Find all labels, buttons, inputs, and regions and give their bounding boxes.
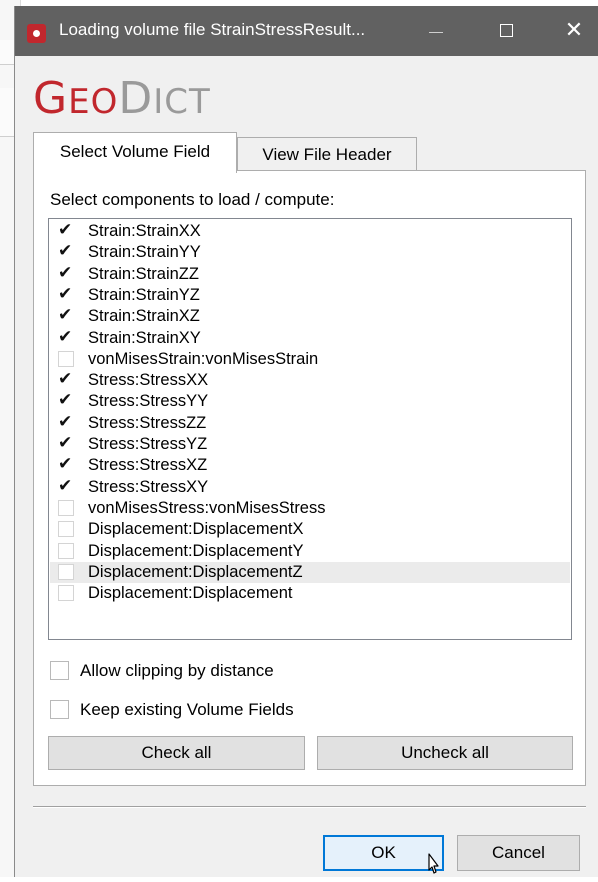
component-checkbox[interactable] [58, 476, 74, 496]
component-checkbox[interactable] [58, 390, 74, 410]
component-checkbox[interactable] [58, 542, 74, 559]
component-checkbox[interactable] [58, 433, 74, 453]
minimize-icon [429, 32, 443, 33]
keep-existing-checkbox[interactable] [50, 700, 69, 719]
component-label: Stress:StressXX [88, 371, 209, 390]
maximize-icon [500, 24, 513, 37]
component-label: vonMisesStrain:vonMisesStrain [88, 349, 319, 368]
window-title: Loading volume file StrainStressResult..… [59, 20, 366, 39]
allow-clipping-checkbox[interactable] [50, 661, 69, 680]
mouse-cursor-icon [428, 853, 439, 874]
component-row[interactable]: Strain:StrainXX [50, 220, 570, 242]
component-row[interactable]: Displacement:Displacement [50, 583, 570, 604]
component-label: Stress:StressXY [88, 477, 209, 496]
component-label: Stress:StressYY [88, 392, 209, 411]
check-all-button[interactable]: Check all [48, 736, 305, 770]
component-row[interactable]: Strain:StrainXY [50, 327, 570, 349]
component-label: Strain:StrainXY [88, 328, 201, 347]
component-row[interactable]: Displacement:DisplacementX [50, 519, 570, 540]
loading-volume-dialog: Loading volume file StrainStressResult..… [14, 6, 598, 877]
component-label: Stress:StressYZ [88, 435, 208, 453]
component-checkbox[interactable] [58, 263, 74, 283]
component-checkbox[interactable] [58, 350, 74, 367]
component-row[interactable]: Strain:StrainXZ [50, 305, 570, 327]
component-checkbox[interactable] [58, 412, 74, 432]
component-checkbox[interactable] [58, 369, 74, 389]
component-row[interactable]: Strain:StrainZZ [50, 263, 570, 285]
component-label: Displacement:Displacement [88, 584, 293, 603]
component-checkbox[interactable] [58, 521, 74, 538]
allow-clipping-label: Allow clipping by distance [80, 661, 274, 680]
component-row[interactable]: vonMisesStrain:vonMisesStrain [50, 349, 570, 370]
geodict-app-icon [27, 24, 46, 43]
component-row[interactable]: Displacement:DisplacementZ [50, 561, 570, 583]
component-checkbox[interactable] [58, 327, 74, 347]
component-checkbox[interactable] [58, 241, 74, 261]
component-checkbox[interactable] [58, 585, 74, 602]
component-row[interactable]: Strain:StrainYZ [50, 284, 570, 306]
cancel-button[interactable]: Cancel [457, 835, 580, 871]
keep-existing-label: Keep existing Volume Fields [80, 700, 294, 719]
uncheck-all-button[interactable]: Uncheck all [317, 736, 573, 770]
component-label: Displacement:DisplacementY [88, 541, 304, 560]
component-label: Displacement:DisplacementZ [88, 562, 303, 581]
component-label: Strain:StrainYZ [88, 285, 200, 304]
select-volume-field-panel: Select components to load / compute: Str… [33, 170, 586, 786]
close-button[interactable]: ✕ [551, 6, 597, 56]
component-checkbox[interactable] [58, 563, 74, 580]
geodict-logo: GEODICT [33, 73, 211, 124]
footer-divider-highlight [33, 807, 586, 808]
tab-select-volume-field[interactable]: Select Volume Field [33, 132, 237, 173]
component-row[interactable]: Stress:StressXY [50, 476, 570, 498]
component-checkbox[interactable] [58, 499, 74, 516]
minimize-button[interactable] [413, 6, 459, 56]
component-label: Stress:StressZZ [88, 413, 207, 432]
components-prompt: Select components to load / compute: [50, 190, 335, 209]
component-label: Strain:StrainYY [88, 243, 201, 262]
component-row[interactable]: Displacement:DisplacementY [50, 541, 570, 562]
component-label: Strain:StrainXZ [88, 307, 200, 326]
close-icon: ✕ [564, 18, 584, 43]
component-label: Strain:StrainZZ [88, 264, 199, 283]
maximize-button[interactable] [483, 6, 529, 56]
component-checkbox[interactable] [58, 454, 74, 474]
component-row[interactable]: Stress:StressZZ [50, 412, 570, 434]
title-bar[interactable]: Loading volume file StrainStressResult..… [15, 6, 598, 56]
component-row[interactable]: vonMisesStress:vonMisesStress [50, 498, 570, 519]
component-label: Stress:StressXZ [88, 456, 208, 475]
components-list[interactable]: Strain:StrainXX Strain:StrainYY Strain:Str… [48, 218, 572, 640]
component-row[interactable]: Stress:StressYY [50, 390, 570, 412]
component-row[interactable]: Stress:StressYZ [50, 433, 570, 455]
component-row[interactable]: Stress:StressXX [50, 369, 570, 391]
component-label: vonMisesStress:vonMisesStress [88, 498, 326, 517]
component-label: Displacement:DisplacementX [88, 520, 304, 539]
component-checkbox[interactable] [58, 305, 74, 325]
tab-view-file-header[interactable]: View File Header [237, 137, 417, 171]
component-checkbox[interactable] [58, 284, 74, 304]
component-label: Strain:StrainXX [88, 222, 201, 240]
component-checkbox[interactable] [58, 220, 74, 240]
component-row[interactable]: Strain:StrainYY [50, 241, 570, 263]
component-row[interactable]: Stress:StressXZ [50, 454, 570, 476]
